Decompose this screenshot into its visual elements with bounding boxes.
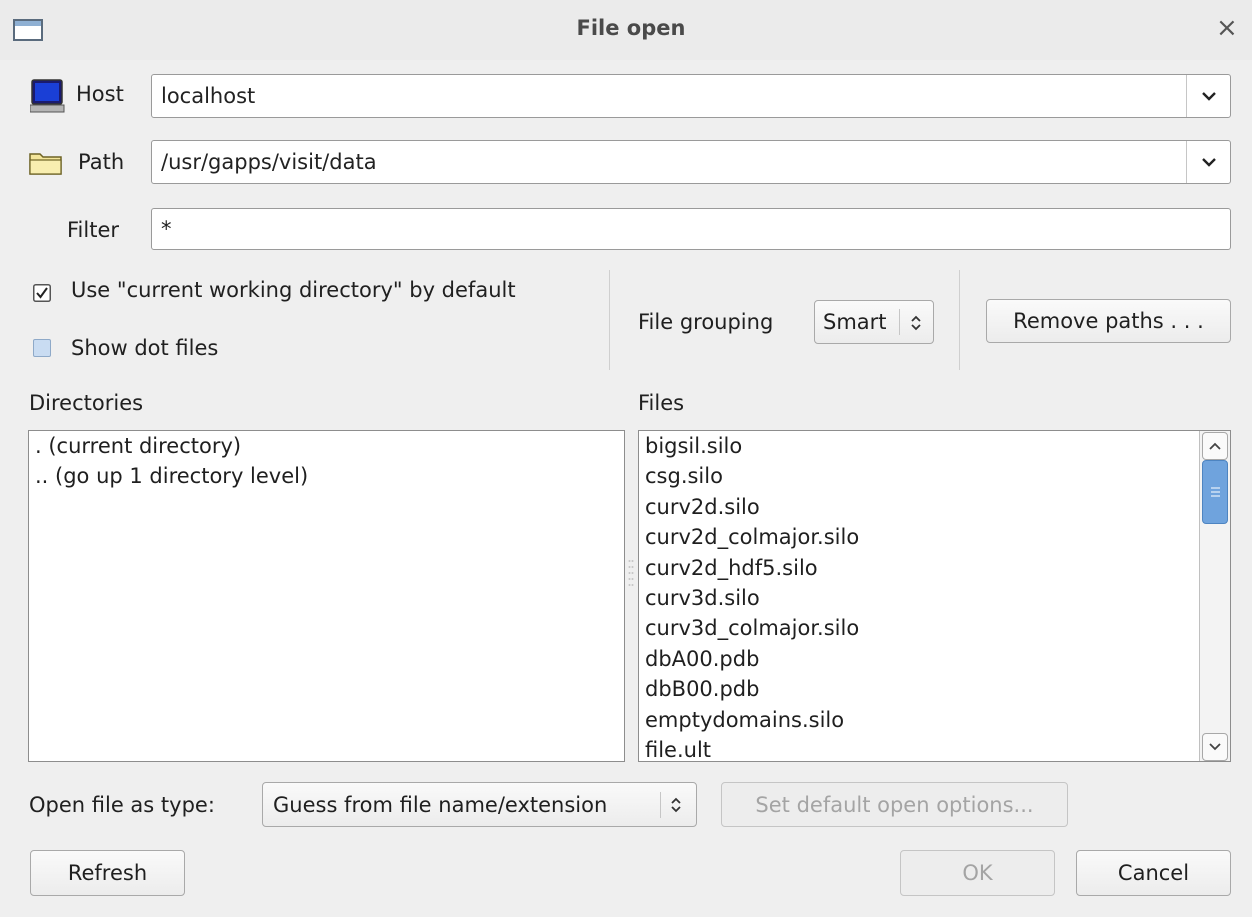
separator [609,270,610,370]
list-item[interactable]: dbB00.pdb [639,674,1230,704]
host-label: Host [76,82,124,106]
chevron-down-icon [1202,92,1216,101]
up-down-arrows-icon [671,797,681,813]
scroll-thumb[interactable] [1202,460,1228,524]
scroll-up-button[interactable] [1202,432,1228,460]
splitter-handle[interactable] [628,558,634,592]
file-grouping-label: File grouping [638,310,774,334]
refresh-button[interactable]: Refresh [30,850,185,896]
list-item[interactable]: curv2d_colmajor.silo [639,522,1230,552]
show-dot-files-checkbox[interactable] [33,339,51,357]
list-item[interactable]: file.ult [639,735,1230,761]
filter-label: Filter [67,218,120,242]
path-value: /usr/gapps/visit/data [161,150,377,174]
directories-list[interactable]: . (current directory).. (go up 1 directo… [28,430,625,762]
path-combo[interactable]: /usr/gapps/visit/data [151,140,1231,184]
host-value: localhost [161,84,256,108]
list-item[interactable]: csg.silo [639,461,1230,491]
use-cwd-checkbox[interactable] [33,283,51,302]
cancel-button[interactable]: Cancel [1076,850,1231,896]
list-item[interactable]: dbA00.pdb [639,644,1230,674]
list-item[interactable]: curv3d.silo [639,583,1230,613]
show-dot-files-label: Show dot files [71,336,219,360]
filter-input[interactable]: * [151,208,1231,250]
set-default-options-button[interactable]: Set default open options... [721,782,1068,827]
computer-icon [29,79,66,113]
directories-header: Directories [29,391,144,415]
up-down-arrows-icon [911,315,921,331]
use-cwd-label: Use "current working directory" by defau… [71,278,516,302]
scrollbar[interactable] [1199,431,1230,761]
chevron-down-icon [1202,158,1216,167]
filter-value: * [161,217,172,241]
open-as-value: Guess from file name/extension [273,792,608,817]
file-grouping-value: Smart [823,310,887,334]
list-item[interactable]: curv3d_colmajor.silo [639,613,1230,643]
host-dropdown-button[interactable] [1186,75,1230,117]
list-item[interactable]: .. (go up 1 directory level) [29,461,624,491]
separator [959,270,960,370]
file-grouping-select[interactable]: Smart [814,300,934,344]
list-item[interactable]: . (current directory) [29,431,624,461]
files-list[interactable]: bigsil.silo csg.silo curv2d.silo curv2d_col… [638,430,1231,762]
window-title: File open [576,16,686,40]
chevron-up-icon [1209,442,1221,450]
close-icon[interactable]: × [1216,15,1238,41]
files-header: Files [638,391,685,415]
ok-button[interactable]: OK [900,850,1055,896]
remove-paths-button[interactable]: Remove paths . . . [986,299,1231,343]
chevron-down-icon [1209,743,1221,751]
list-item[interactable]: curv2d.silo [639,492,1230,522]
folder-icon [29,150,63,176]
list-item[interactable]: curv2d_hdf5.silo [639,553,1230,583]
host-combo[interactable]: localhost [151,74,1231,118]
scroll-down-button[interactable] [1202,733,1228,761]
list-item[interactable]: bigsil.silo [639,431,1230,461]
open-as-select[interactable]: Guess from file name/extension [262,782,697,827]
list-item[interactable]: emptydomains.silo [639,705,1230,735]
path-label: Path [78,150,125,174]
grip-icon [1211,487,1220,497]
path-dropdown-button[interactable] [1186,141,1230,183]
open-as-label: Open file as type: [29,793,215,817]
